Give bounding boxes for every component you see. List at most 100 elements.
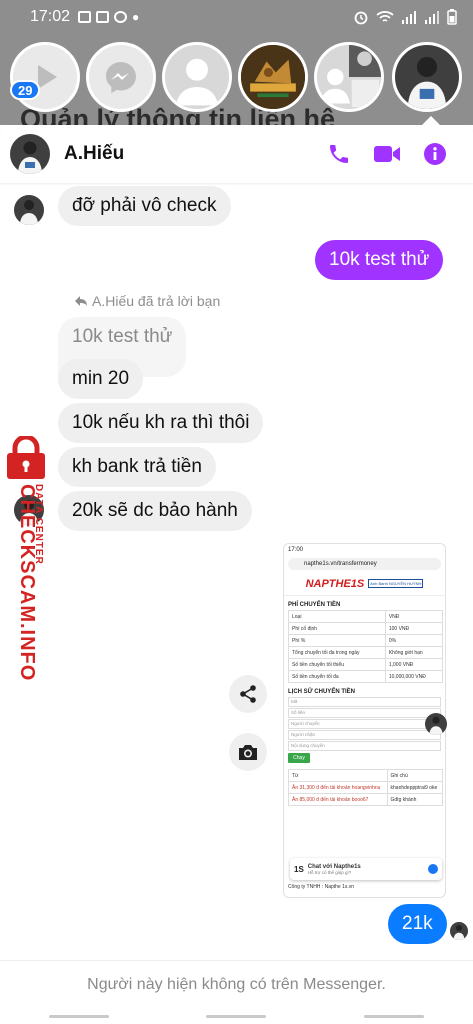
history-filter-field: Nội dung chuyển — [288, 741, 441, 751]
signal-icon — [402, 11, 416, 24]
message-incoming[interactable]: 20k sẽ dc bảo hành — [58, 491, 252, 531]
fee-table-cell: 0% — [384, 634, 444, 647]
voice-call-button[interactable] — [327, 142, 351, 166]
contact-name[interactable]: A.Hiếu — [64, 143, 124, 165]
history-table-row: Từ Ghi chú — [288, 769, 444, 782]
chat-head-group[interactable] — [314, 42, 384, 112]
attachment-url: napthe1s.vn/transfermoney — [304, 561, 377, 567]
history-table-row: Ân 31,300 đ đến tài khoản hoangvinhnu kha… — [288, 781, 444, 794]
group-avatar-icon — [317, 45, 381, 109]
history-table: Từ Ghi chú Ân 31,300 đ đến tài khoản hoang… — [288, 769, 444, 806]
message-incoming[interactable]: kh bank trả tiền — [58, 447, 216, 487]
fee-table-cell: Tổng chuyển tối đa trong ngày — [288, 646, 386, 659]
fee-table-cell: VNĐ — [384, 610, 444, 623]
screenshot-attachment[interactable]: 17:00 napthe1s.vn/transfermoney NAPTHE1S… — [283, 543, 446, 898]
history-table-cell: khanhdeppptrai9 oke — [386, 781, 444, 794]
history-table-cell: Ghi chú — [386, 769, 444, 782]
profile-photo-icon — [450, 922, 468, 940]
history-section-title: LỊCH SỬ CHUYỂN TIỀN — [288, 689, 355, 695]
notification-icons: ● — [78, 10, 139, 24]
history-table-cell: Ân 31,300 đ đến tài khoản hoangvinhnu — [288, 781, 388, 794]
nav-home-button[interactable] — [206, 1014, 267, 1018]
chat-head-king-speed[interactable] — [238, 42, 308, 112]
reply-arrow-icon — [75, 296, 87, 306]
fee-table-row: Số tiền chuyển tối đa 10,000,000 VNĐ — [288, 670, 444, 683]
lock-icon — [7, 436, 45, 479]
message-incoming[interactable]: đỡ phải vô check — [58, 186, 231, 226]
sender-avatar — [14, 195, 44, 225]
watermark: CHECKSCAM.INFO DATA CENTER — [0, 436, 60, 681]
share-button[interactable] — [229, 675, 267, 713]
history-table-cell: Ân 85,000 đ đến tài khoản booo67 — [288, 793, 388, 806]
history-filter-field: Số tiền — [288, 708, 441, 718]
profile-photo-icon — [425, 713, 447, 735]
message-outgoing[interactable]: 21k — [388, 904, 447, 944]
fee-table-row: Loại VNĐ — [288, 610, 444, 623]
seen-avatar — [450, 922, 468, 940]
default-avatar-icon — [165, 45, 229, 109]
fee-table-cell: Không giới hạn — [384, 646, 444, 659]
video-call-button[interactable] — [373, 143, 401, 165]
nav-recents-button[interactable] — [48, 1014, 109, 1018]
profile-photo-icon — [10, 134, 50, 174]
fee-section-title: PHÍ CHUYỂN TIỀN — [288, 602, 341, 608]
history-filter-field: Người nhận — [288, 730, 441, 740]
image-notification-icon — [78, 11, 92, 23]
history-table-cell: Từ — [288, 769, 388, 782]
attachment-brand-name: NAPTHE1S — [305, 577, 365, 590]
system-nav-bar — [0, 1008, 473, 1024]
chat-head-a-hieu[interactable] — [392, 42, 462, 112]
king-speed-logo-icon — [241, 45, 305, 109]
fee-table-cell: 1,000 VNĐ — [384, 658, 444, 671]
chat-head-messenger[interactable] — [86, 42, 156, 112]
status-bar: 17:02 ● — [0, 0, 473, 34]
camera-button[interactable] — [229, 733, 267, 771]
chat-head-play[interactable] — [10, 42, 80, 112]
message-list[interactable]: đỡ phải vô check 10k test thử A.Hiếu đã … — [0, 183, 473, 960]
fee-table-cell: Phí % — [288, 634, 386, 647]
fee-table-row: Tổng chuyển tối đa trong ngày Không giới … — [288, 646, 444, 659]
fee-table-cell: 10,000,000 VNĐ — [384, 670, 444, 683]
battery-icon — [447, 9, 457, 25]
chat-head-default-user[interactable] — [162, 42, 232, 112]
history-filter-field: Mã — [288, 697, 441, 707]
fee-table-cell: 100 VNĐ — [384, 622, 444, 635]
video-camera-icon — [374, 146, 400, 162]
message-incoming[interactable]: min 20 — [58, 359, 144, 399]
alarm-icon — [354, 11, 368, 25]
attachment-status-bar: 17:00 — [284, 544, 445, 556]
info-button[interactable] — [423, 142, 447, 166]
zalo-notification-icon — [96, 11, 110, 23]
attachment-brand: NAPTHE1S Ạnh Banh NGUYỄN HUỲNH — [284, 572, 445, 596]
facebook-notification-icon — [114, 11, 128, 23]
fee-table-cell: Số tiền chuyển tối đa — [288, 670, 386, 683]
messenger-icon — [428, 864, 438, 874]
attachment-footer: Công ty TNHH : Napthe 1s.vn — [288, 884, 355, 890]
message-outgoing[interactable]: 10k test thử — [315, 240, 444, 280]
reply-indicator: A.Hiếu đã trả lời bạn — [74, 293, 220, 309]
system-icons — [353, 9, 457, 25]
message-incoming[interactable]: 10k nếu kh ra thì thôi — [58, 403, 264, 443]
filter-button: Chạy — [288, 753, 310, 763]
history-table-row: Ân 85,000 đ đến tài khoản booo67 Gdtg khá… — [288, 793, 444, 806]
info-icon — [424, 143, 446, 165]
support-logo-icon: 1S — [294, 864, 304, 874]
fee-table-row: Phí cố định 100 VNĐ — [288, 622, 444, 635]
unread-badge: 29 — [10, 80, 41, 100]
history-filter-field: Người chuyển — [288, 719, 441, 729]
background-overlay: 17:02 ● Quản lý thông tin liên hệ 29 — [0, 0, 473, 125]
contact-avatar[interactable] — [10, 134, 50, 174]
share-icon — [240, 685, 256, 703]
status-time: 17:02 — [30, 8, 71, 25]
fee-table-row: Số tiền chuyển tối thiểu 1,000 VNĐ — [288, 658, 444, 671]
profile-photo-icon — [14, 195, 44, 225]
attachment-brand-sub: Ạnh Banh NGUYỄN HUỲNH — [368, 579, 424, 588]
signal-icon-2 — [425, 11, 439, 24]
nav-back-button[interactable] — [364, 1014, 425, 1018]
fee-table: Loại VNĐ Phí cố định 100 VNĐ Phí % 0% Tổng chu… — [288, 610, 444, 683]
attachment-url-bar: napthe1s.vn/transfermoney — [288, 558, 441, 570]
active-head-pointer — [422, 116, 440, 125]
attachment-time: 17:00 — [288, 547, 304, 553]
fee-table-cell: Số tiền chuyển tối thiểu — [288, 658, 386, 671]
chat-heads-bar: 29 — [0, 38, 473, 118]
